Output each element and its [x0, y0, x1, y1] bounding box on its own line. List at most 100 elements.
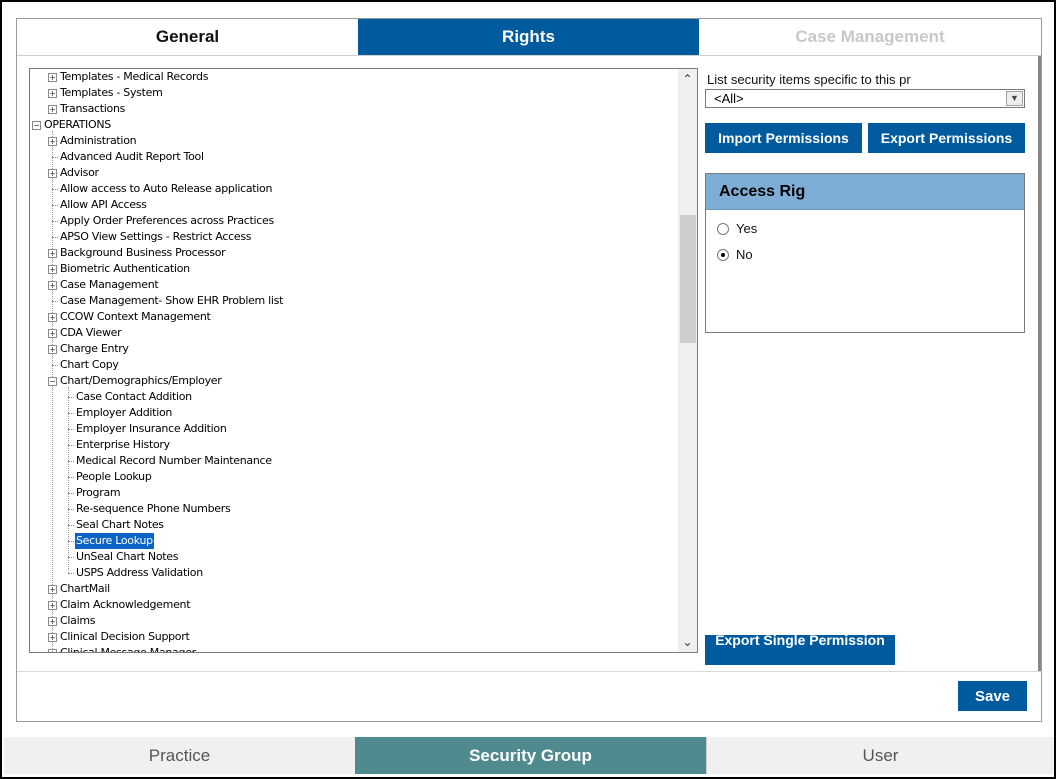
- tree-item[interactable]: + Administration: [48, 133, 137, 149]
- tree-connector: [52, 300, 58, 302]
- tree-item-label: People Lookup: [76, 470, 152, 483]
- tree-item-label: USPS Address Validation: [76, 566, 203, 579]
- tree-item-label: Chart/Demographics/Employer: [60, 374, 222, 387]
- tree-item-label: Templates - System: [60, 86, 163, 99]
- tree-item[interactable]: + Case Management: [48, 277, 159, 293]
- tree-connector: [68, 412, 74, 414]
- tree-item[interactable]: Medical Record Number Maintenance: [68, 453, 273, 469]
- tree-item[interactable]: APSO View Settings - Restrict Access: [52, 229, 252, 245]
- tab-rights[interactable]: Rights: [358, 19, 699, 56]
- tree-item[interactable]: − Chart/Demographics/Employer: [48, 373, 223, 389]
- export-single-permission-button[interactable]: Export Single Permission: [705, 635, 895, 665]
- collapse-icon[interactable]: −: [48, 376, 57, 386]
- expand-icon[interactable]: +: [48, 136, 57, 146]
- scroll-thumb[interactable]: [680, 215, 696, 343]
- tree-item[interactable]: Enterprise History: [68, 437, 171, 453]
- chevron-down-icon[interactable]: ▼: [1006, 91, 1023, 106]
- tree-item[interactable]: − OPERATIONS: [32, 117, 112, 133]
- export-permissions-button[interactable]: Export Permissions: [868, 123, 1025, 153]
- radio-yes-row[interactable]: Yes: [717, 221, 757, 236]
- radio-no-row[interactable]: No: [717, 247, 753, 262]
- practice-select-value: <All>: [714, 91, 744, 106]
- tree-item[interactable]: Advanced Audit Report Tool: [52, 149, 205, 165]
- tree-item[interactable]: + Templates - System: [48, 85, 164, 101]
- tree-item[interactable]: Seal Chart Notes: [68, 517, 165, 533]
- tree-item-label: Claims: [60, 614, 96, 627]
- tree-connector: [68, 524, 74, 526]
- expand-icon[interactable]: +: [48, 168, 57, 178]
- tree-item-label: Chart Copy: [60, 358, 119, 371]
- tree-item[interactable]: Apply Order Preferences across Practices: [52, 213, 275, 229]
- save-button[interactable]: Save: [958, 681, 1027, 711]
- expand-icon[interactable]: +: [48, 648, 57, 652]
- expand-icon[interactable]: +: [48, 72, 57, 82]
- scroll-up-icon[interactable]: ⌃: [678, 70, 697, 88]
- tree-scrollbar[interactable]: ⌃ ⌄: [678, 69, 697, 652]
- tree-item[interactable]: + Claims: [48, 613, 96, 629]
- expand-icon[interactable]: +: [48, 104, 57, 114]
- expand-icon[interactable]: +: [48, 264, 57, 274]
- tree-item-label: Advanced Audit Report Tool: [60, 150, 204, 163]
- radio-yes[interactable]: [717, 222, 729, 235]
- tree-item[interactable]: + CCOW Context Management: [48, 309, 212, 325]
- tree-item[interactable]: Secure Lookup: [68, 532, 155, 550]
- expand-icon[interactable]: +: [48, 632, 57, 642]
- tree-item[interactable]: Re-sequence Phone Numbers: [68, 501, 231, 517]
- tab-general[interactable]: General: [17, 19, 358, 56]
- tree-item[interactable]: + Clinical Decision Support: [48, 629, 190, 645]
- expand-icon[interactable]: +: [48, 344, 57, 354]
- tab-security-group[interactable]: Security Group: [355, 737, 706, 774]
- expand-icon[interactable]: +: [48, 312, 57, 322]
- tab-practice[interactable]: Practice: [4, 737, 355, 774]
- tree-item-label: Allow API Access: [60, 198, 147, 211]
- tree-item[interactable]: Chart Copy: [52, 357, 120, 373]
- tree-item[interactable]: Employer Insurance Addition: [68, 421, 228, 437]
- collapse-icon[interactable]: −: [32, 120, 41, 130]
- scroll-down-icon[interactable]: ⌄: [678, 633, 697, 651]
- practice-select[interactable]: <All> ▼: [705, 89, 1025, 108]
- tree-item[interactable]: USPS Address Validation: [68, 565, 204, 581]
- tree-item[interactable]: + Background Business Processor: [48, 245, 226, 261]
- tree-item[interactable]: Allow access to Auto Release application: [52, 181, 273, 197]
- radio-no[interactable]: [717, 248, 729, 261]
- tree-item-label: Claim Acknowledgement: [60, 598, 191, 611]
- tree-item[interactable]: + CDA Viewer: [48, 325, 122, 341]
- expand-icon[interactable]: +: [48, 88, 57, 98]
- tree-item-label: UnSeal Chart Notes: [76, 550, 179, 563]
- tree-connector: [52, 220, 58, 222]
- tab-user[interactable]: User: [706, 737, 1054, 774]
- tree-item[interactable]: + Transactions: [48, 101, 126, 117]
- expand-icon[interactable]: +: [48, 616, 57, 626]
- expand-icon[interactable]: +: [48, 584, 57, 594]
- tree-item[interactable]: Employer Addition: [68, 405, 173, 421]
- tab-case-management[interactable]: Case Management: [699, 19, 1041, 56]
- tree-item[interactable]: + Advisor: [48, 165, 100, 181]
- tree-item-label: Case Management: [60, 278, 159, 291]
- import-permissions-button[interactable]: Import Permissions: [705, 123, 862, 153]
- tree-item[interactable]: People Lookup: [68, 469, 153, 485]
- tree-connector: [68, 508, 74, 510]
- expand-icon[interactable]: +: [48, 600, 57, 610]
- tree-connector: [68, 460, 74, 462]
- tree-connector: [68, 396, 74, 398]
- radio-yes-label: Yes: [736, 221, 758, 236]
- tree-item[interactable]: + Templates - Medical Records: [48, 69, 209, 85]
- tree-item[interactable]: +Clinical Message Manager: [48, 645, 197, 652]
- expand-icon[interactable]: +: [48, 328, 57, 338]
- tree-item[interactable]: Case Management- Show EHR Problem list: [52, 293, 284, 309]
- access-rights-title: Access Rig: [706, 174, 1024, 210]
- tree-item[interactable]: Allow API Access: [52, 197, 148, 213]
- tree-item[interactable]: + Charge Entry: [48, 341, 130, 357]
- expand-icon[interactable]: +: [48, 280, 57, 290]
- tree-item[interactable]: + Claim Acknowledgement: [48, 597, 191, 613]
- tree-item-label: Background Business Processor: [60, 246, 226, 259]
- right-panel: List security items specific to this pr …: [705, 68, 1030, 665]
- tree-item[interactable]: Program: [68, 485, 121, 501]
- window-frame: General Rights Case Management + Template…: [0, 0, 1056, 779]
- tree-item[interactable]: UnSeal Chart Notes: [68, 549, 179, 565]
- expand-icon[interactable]: +: [48, 248, 57, 258]
- tree-item[interactable]: + Biometric Authentication: [48, 261, 191, 277]
- tree-item[interactable]: + ChartMail: [48, 581, 111, 597]
- radio-no-label: No: [736, 247, 753, 262]
- tree-item[interactable]: Case Contact Addition: [68, 389, 193, 405]
